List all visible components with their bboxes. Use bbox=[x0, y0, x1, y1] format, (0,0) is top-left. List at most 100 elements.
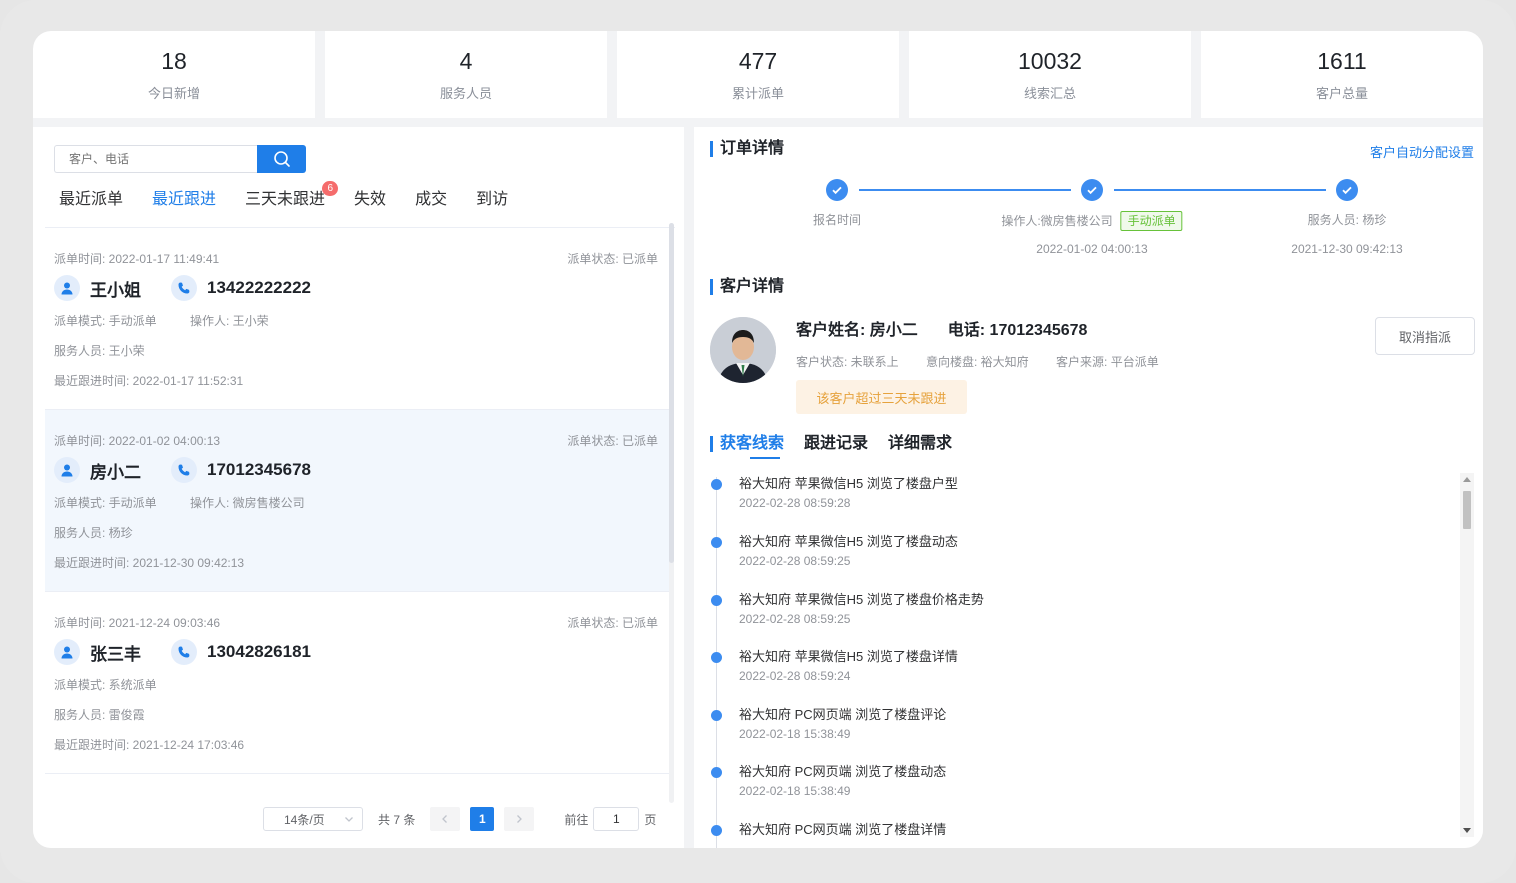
order-card[interactable]: 派单时间: 2022-01-17 11:49:41 派单状态: 已派单 王小姐 … bbox=[45, 228, 670, 410]
user-icon bbox=[54, 457, 80, 483]
clue-time: 2022-02-28 08:59:28 bbox=[739, 496, 851, 510]
scrollbar-thumb[interactable] bbox=[1463, 491, 1471, 529]
operator: 操作人: 王小荣 bbox=[190, 314, 269, 328]
customer-phone: 13422222222 bbox=[207, 278, 312, 297]
stat-value: 1611 bbox=[1317, 48, 1367, 74]
clue-timeline: 裕大知府 苹果微信H5 浏览了楼盘户型 2022-02-28 08:59:28 … bbox=[710, 467, 1470, 848]
step-label-text: 操作人:微房售楼公司 bbox=[1001, 214, 1113, 228]
stat-label: 服务人员 bbox=[439, 86, 492, 101]
scrollbar-thumb[interactable] bbox=[669, 223, 674, 563]
order-card[interactable]: 派单时间: 2021-12-24 09:03:46 派单状态: 已派单 张三丰 … bbox=[45, 592, 670, 774]
pagination: 14条/页 共 7 条 1 前往 1 页 bbox=[263, 807, 656, 831]
search-bar bbox=[54, 145, 306, 173]
tab-recent-follow[interactable]: 最近跟进 bbox=[152, 185, 216, 215]
check-icon bbox=[826, 179, 848, 201]
goto-page-input[interactable]: 1 bbox=[593, 807, 640, 831]
intent-property: 意向楼盘: 裕大知府 bbox=[926, 355, 1029, 369]
check-icon bbox=[1081, 179, 1103, 201]
order-card[interactable]: 派单时间: 2022-01-02 04:00:13 派单状态: 已派单 房小二 … bbox=[45, 410, 670, 592]
clue-text: 裕大知府 苹果微信H5 浏览了楼盘详情 bbox=[739, 649, 958, 664]
dispatch-time: 派单时间: 2022-01-02 04:00:13 bbox=[54, 434, 221, 448]
tab-three-days-no-follow[interactable]: 三天未跟进 6 bbox=[245, 181, 339, 215]
dispatch-mode: 派单模式: 手动派单 bbox=[54, 496, 157, 510]
customer-info: 王小姐 13422222222 bbox=[54, 275, 311, 301]
clue-text: 裕大知府 苹果微信H5 浏览了楼盘价格走势 bbox=[739, 592, 984, 607]
detail-panel: 订单详情 客户自动分配设置 报名时间 操作人:微房售楼公司 手动派单 服务人员: … bbox=[694, 127, 1483, 848]
customer-phone: 13042826181 bbox=[207, 642, 312, 661]
tab-follow-records[interactable]: 跟进记录 bbox=[804, 433, 868, 455]
operator: 操作人: 微房售楼公司 bbox=[190, 496, 305, 510]
customer-status: 客户状态: 未联系上 bbox=[796, 355, 899, 369]
order-card-list: 派单时间: 2022-01-17 11:49:41 派单状态: 已派单 王小姐 … bbox=[45, 228, 670, 775]
step-connector bbox=[859, 189, 1071, 191]
stat-clues[interactable]: 10032 线索汇总 bbox=[909, 31, 1191, 118]
clue-time: 2022-02-28 08:59:25 bbox=[739, 554, 851, 568]
clue-text: 裕大知府 苹果微信H5 浏览了楼盘户型 bbox=[739, 476, 958, 491]
clue-time: 2022-02-18 15:38:49 bbox=[739, 784, 851, 798]
page-unit: 页 bbox=[644, 812, 657, 827]
timeline-dot bbox=[711, 767, 722, 778]
search-button[interactable] bbox=[257, 145, 306, 173]
goto-label: 前往 bbox=[564, 812, 589, 827]
timeline-dot bbox=[711, 652, 722, 663]
next-page-button[interactable] bbox=[504, 807, 535, 831]
stat-customers[interactable]: 1611 客户总量 bbox=[1201, 31, 1483, 118]
tab-visit[interactable]: 到访 bbox=[476, 185, 508, 215]
stat-label: 累计派单 bbox=[731, 86, 784, 101]
chevron-left-icon bbox=[442, 815, 448, 823]
step-time: 2022-01-02 04:00:13 bbox=[1036, 242, 1148, 256]
scroll-up-icon[interactable] bbox=[1463, 477, 1471, 482]
tab-deal[interactable]: 成交 bbox=[415, 185, 447, 215]
order-steps: 报名时间 操作人:微房售楼公司 手动派单 服务人员: 杨珍 2022-01-02 … bbox=[694, 179, 1483, 269]
tab-invalid[interactable]: 失效 bbox=[354, 185, 386, 215]
clue-time: 2022-02-28 08:59:25 bbox=[739, 612, 851, 626]
customer-detail-title: 客户详情 bbox=[710, 277, 784, 297]
customer-name-phone: 客户姓名: 房小二 电话: 17012345678 bbox=[796, 316, 1087, 340]
chevron-right-icon bbox=[517, 815, 523, 823]
auto-assign-settings-link[interactable]: 客户自动分配设置 bbox=[1370, 142, 1474, 161]
count-badge: 6 bbox=[322, 181, 339, 196]
step-time: 2021-12-30 09:42:13 bbox=[1291, 242, 1403, 256]
dispatch-meta: 派单模式: 手动派单 操作人: 微房售楼公司 bbox=[54, 494, 305, 511]
dispatch-mode: 派单模式: 系统派单 bbox=[54, 678, 157, 692]
tab-detailed-needs[interactable]: 详细需求 bbox=[888, 433, 952, 455]
tab-recent-dispatch[interactable]: 最近派单 bbox=[59, 185, 123, 215]
scroll-down-icon[interactable] bbox=[1463, 828, 1471, 833]
stat-value: 4 bbox=[459, 48, 473, 74]
dispatch-status: 派单状态: 已派单 bbox=[567, 434, 658, 448]
service-staff: 服务人员: 雷俊霞 bbox=[54, 708, 145, 722]
order-list-panel: 最近派单 最近跟进 三天未跟进 6 失效 成交 到访 派单时间: 2022-01… bbox=[33, 127, 684, 848]
stat-label: 线索汇总 bbox=[1023, 86, 1076, 101]
detail-sub-tabs: 获客线索 跟进记录 详细需求 bbox=[710, 433, 972, 459]
timeline-dot bbox=[711, 595, 722, 606]
stat-total-orders[interactable]: 477 累计派单 bbox=[617, 31, 899, 118]
phone-icon bbox=[171, 457, 197, 483]
stat-today-new[interactable]: 18 今日新增 bbox=[33, 31, 315, 118]
dispatch-meta: 派单模式: 手动派单 操作人: 王小荣 bbox=[54, 312, 269, 329]
list-scrollbar[interactable] bbox=[669, 223, 674, 803]
page-number-current[interactable]: 1 bbox=[470, 807, 495, 831]
phone-icon bbox=[171, 639, 197, 665]
stat-service-staff[interactable]: 4 服务人员 bbox=[325, 31, 607, 118]
customer-name: 客户姓名: 房小二 bbox=[796, 322, 918, 339]
timeline-dot bbox=[711, 537, 722, 548]
timeline-scrollbar[interactable] bbox=[1460, 473, 1474, 837]
prev-page-button[interactable] bbox=[430, 807, 461, 831]
customer-info: 张三丰 13042826181 bbox=[54, 639, 311, 665]
customer-avatar bbox=[710, 317, 776, 383]
device-frame: 18 今日新增 4 服务人员 477 累计派单 10032 线索汇总 1611 … bbox=[0, 0, 1516, 883]
stat-label: 今日新增 bbox=[147, 86, 200, 101]
customer-info: 房小二 17012345678 bbox=[54, 457, 311, 483]
stat-value: 477 bbox=[738, 48, 778, 74]
dispatch-status: 派单状态: 已派单 bbox=[567, 616, 658, 630]
cancel-assign-button[interactable]: 取消指派 bbox=[1375, 317, 1475, 355]
page-size-value: 14条/页 bbox=[284, 812, 325, 827]
clue-text: 裕大知府 PC网页端 浏览了楼盘详情 bbox=[739, 822, 947, 837]
page-size-select[interactable]: 14条/页 bbox=[263, 807, 363, 831]
clue-text: 裕大知府 苹果微信H5 浏览了楼盘动态 bbox=[739, 534, 958, 549]
search-input[interactable] bbox=[54, 145, 257, 173]
customer-source: 客户来源: 平台派单 bbox=[1056, 355, 1159, 369]
tab-lead-clues[interactable]: 获客线索 bbox=[710, 433, 784, 459]
service-staff: 服务人员: 杨珍 bbox=[54, 526, 133, 540]
phone-icon bbox=[171, 275, 197, 301]
